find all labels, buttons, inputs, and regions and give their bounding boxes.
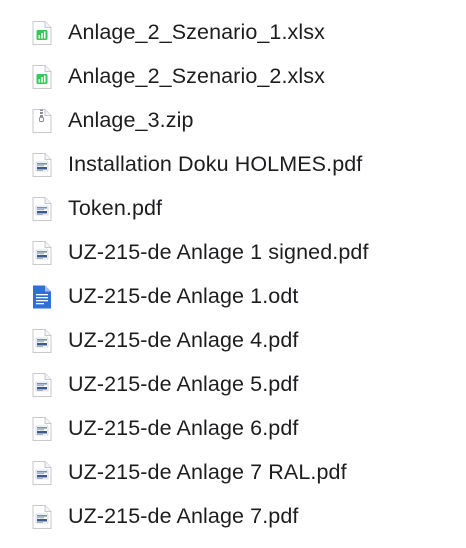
pdf-icon — [31, 328, 53, 354]
pdf-icon — [31, 196, 53, 222]
file-name: UZ-215-de Anlage 7.pdf — [68, 504, 299, 528]
file-list: Anlage_2_Szenario_1.xlsx Anlage_2_Szenari… — [0, 10, 466, 538]
file-row[interactable]: Anlage_2_Szenario_2.xlsx — [0, 54, 466, 98]
file-name: Token.pdf — [68, 196, 163, 220]
pdf-icon — [31, 372, 53, 398]
pdf-icon — [31, 460, 53, 486]
file-name: Anlage_2_Szenario_2.xlsx — [68, 64, 325, 88]
file-name: UZ-215-de Anlage 1 signed.pdf — [68, 240, 369, 264]
file-name: UZ-215-de Anlage 4.pdf — [68, 328, 299, 352]
zip-icon — [31, 108, 53, 134]
xlsx-icon — [31, 64, 53, 90]
file-row[interactable]: Token.pdf — [0, 186, 466, 230]
file-row[interactable]: Anlage_3.zip — [0, 98, 466, 142]
xlsx-icon — [31, 20, 53, 46]
file-name: UZ-215-de Anlage 7 RAL.pdf — [68, 460, 347, 484]
pdf-icon — [31, 240, 53, 266]
file-name: Installation Doku HOLMES.pdf — [68, 152, 363, 176]
file-row[interactable]: UZ-215-de Anlage 1 signed.pdf — [0, 230, 466, 274]
file-row[interactable]: Anlage_2_Szenario_1.xlsx — [0, 10, 466, 54]
pdf-icon — [31, 152, 53, 178]
file-name: Anlage_3.zip — [68, 108, 194, 132]
pdf-icon — [31, 416, 53, 442]
pdf-icon — [31, 504, 53, 530]
file-row[interactable]: UZ-215-de Anlage 1.odt — [0, 274, 466, 318]
file-name: UZ-215-de Anlage 1.odt — [68, 284, 299, 308]
file-row[interactable]: UZ-215-de Anlage 6.pdf — [0, 406, 466, 450]
file-row[interactable]: UZ-215-de Anlage 7.pdf — [0, 494, 466, 538]
file-row[interactable]: UZ-215-de Anlage 7 RAL.pdf — [0, 450, 466, 494]
odt-icon — [31, 284, 53, 310]
file-row[interactable]: UZ-215-de Anlage 4.pdf — [0, 318, 466, 362]
file-name: UZ-215-de Anlage 5.pdf — [68, 372, 299, 396]
file-name: Anlage_2_Szenario_1.xlsx — [68, 20, 325, 44]
file-name: UZ-215-de Anlage 6.pdf — [68, 416, 299, 440]
file-row[interactable]: Installation Doku HOLMES.pdf — [0, 142, 466, 186]
file-row[interactable]: UZ-215-de Anlage 5.pdf — [0, 362, 466, 406]
